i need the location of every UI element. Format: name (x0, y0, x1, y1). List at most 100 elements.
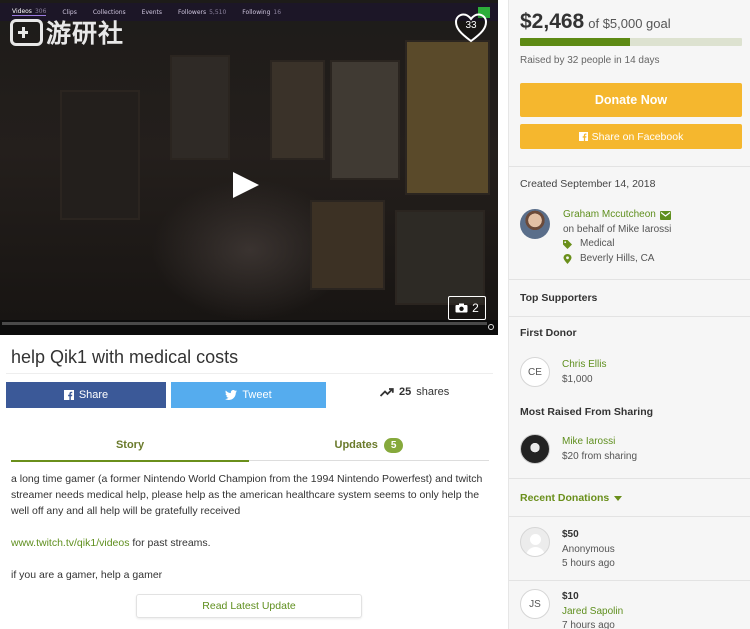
organizer-category: Medical (580, 238, 615, 249)
donation-amount: $50 (562, 529, 579, 540)
story-paragraph: a long time gamer (a former Nintendo Wor… (11, 473, 483, 517)
tab-updates[interactable]: Updates 5 (249, 429, 489, 461)
share-on-facebook-button[interactable]: Share on Facebook (520, 124, 742, 149)
donation-info: $10 Jared Sapolin 7 hours ago (562, 589, 623, 629)
organizer-on-behalf: on behalf of Mike Iarossi (563, 223, 672, 235)
tag-icon (563, 239, 572, 249)
envelope-icon[interactable] (659, 210, 671, 220)
donation-name: Anonymous (562, 543, 615, 555)
facebook-icon (63, 390, 74, 400)
donor-initials-avatar: JS (520, 589, 550, 619)
share-on-facebook-label: Share on Facebook (591, 130, 684, 143)
first-donor-heading: First Donor (520, 327, 577, 339)
organizer-location: Beverly Hills, CA (580, 252, 655, 264)
share-count-label: shares (416, 386, 450, 398)
chevron-down-icon (614, 495, 623, 501)
background-poster (330, 60, 400, 180)
sharer-amount: $20 from sharing (562, 450, 638, 462)
first-donor: CE Chris Ellis $1,000 (520, 357, 742, 387)
donate-now-button[interactable]: Donate Now (520, 83, 742, 117)
campaign-main: Videos 306 Clips Collections Events Follo… (0, 0, 498, 629)
video-progress-bar[interactable] (0, 320, 498, 335)
donor-info: Chris Ellis $1,000 (562, 357, 606, 387)
settings-icon[interactable] (488, 324, 494, 330)
organizer-name-row: Graham Mccutcheon (563, 208, 671, 223)
background-poster (60, 90, 140, 220)
recent-donations-toggle[interactable]: Recent Donations (520, 492, 623, 504)
recent-donations-label: Recent Donations (520, 492, 610, 504)
photo-gallery-button[interactable]: 2 (448, 296, 486, 320)
donation-sidebar: $2,468 of $5,000 goal Raised by 32 peopl… (508, 0, 750, 629)
divider (6, 373, 493, 374)
recent-donation: $50 Anonymous 5 hours ago (520, 527, 742, 572)
anonymous-user-icon (520, 527, 550, 557)
camera-icon (455, 303, 468, 313)
gamepad-logo-icon (10, 18, 43, 46)
donation-time: 5 hours ago (562, 558, 615, 569)
goal-text: of $5,000 goal (588, 16, 671, 31)
campaign-title: help Qik1 with medical costs (11, 347, 239, 367)
twitch-tab-following: Following 16 (242, 8, 282, 16)
most-raised-sharer: Mike Iarossi $20 from sharing (520, 434, 742, 464)
organizer-category-row: Medical (563, 237, 671, 252)
share-count-value: 25 (399, 386, 412, 398)
divider (509, 516, 750, 517)
tab-story-label: Story (115, 439, 145, 451)
share-count: 25 shares (380, 386, 449, 398)
video-progress-track[interactable] (2, 322, 487, 325)
divider (509, 279, 750, 280)
twitter-share-button[interactable]: Tweet (171, 382, 326, 408)
twitch-videos-link[interactable]: www.twitch.tv/qik1/videos (11, 537, 129, 549)
campaign-tabs: Story Updates 5 (11, 429, 489, 462)
donor-name[interactable]: Chris Ellis (562, 358, 606, 373)
story-paragraph: if you are a gamer, help a gamer (11, 569, 163, 581)
top-supporters-heading: Top Supporters (520, 292, 598, 304)
heart-button[interactable]: 33 (454, 12, 488, 44)
organizer-avatar[interactable] (520, 209, 550, 239)
raised-amount: $2,468 (520, 10, 585, 33)
twitch-tab-followers: Followers 5,510 (178, 8, 227, 16)
divider (509, 478, 750, 479)
read-latest-update-button[interactable]: Read Latest Update (136, 594, 362, 618)
story-link-suffix: for past streams. (129, 537, 211, 549)
divider (509, 316, 750, 317)
goal-progress-fill (520, 38, 630, 46)
play-icon[interactable] (233, 172, 259, 198)
raised-summary: $2,468 of $5,000 goal (520, 10, 671, 34)
watermark: 游研社 (10, 14, 124, 50)
story-paragraph: www.twitch.tv/qik1/videos for past strea… (11, 535, 497, 551)
facebook-share-button[interactable]: Share (6, 382, 166, 408)
sharer-avatar[interactable] (520, 434, 550, 464)
photo-count-value: 2 (472, 301, 479, 315)
organizer-info: Graham Mccutcheon on behalf of Mike Iaro… (563, 208, 671, 266)
map-pin-icon (563, 253, 572, 264)
sharer-name[interactable]: Mike Iarossi (562, 435, 637, 450)
background-poster (405, 40, 490, 195)
tab-story[interactable]: Story (11, 429, 249, 462)
facebook-icon (578, 132, 588, 141)
donation-time: 7 hours ago (562, 620, 615, 629)
background-poster (270, 60, 325, 160)
tab-updates-label: Updates (334, 439, 378, 451)
divider (509, 166, 750, 167)
twitter-share-label: Tweet (242, 389, 272, 401)
donor-initials-avatar: CE (520, 357, 550, 387)
video-player[interactable]: Videos 306 Clips Collections Events Follo… (0, 0, 498, 335)
facebook-share-label: Share (78, 389, 109, 401)
organizer-name[interactable]: Graham Mccutcheon (563, 208, 656, 223)
watermark-text: 游研社 (46, 19, 125, 48)
goal-progress-bar (520, 38, 742, 46)
created-date: Created September 14, 2018 (520, 178, 656, 190)
trending-up-icon (380, 387, 394, 397)
sharer-info: Mike Iarossi $20 from sharing (562, 434, 637, 464)
donation-amount: $10 (562, 591, 579, 602)
donor-amount: $1,000 (562, 373, 593, 385)
background-poster (170, 55, 230, 160)
updates-count-badge: 5 (383, 437, 404, 453)
organizer-location-row: Beverly Hills, CA (563, 252, 671, 267)
recent-donation: JS $10 Jared Sapolin 7 hours ago (520, 589, 742, 629)
twitch-tab-events: Events (141, 8, 162, 16)
background-poster (395, 210, 485, 305)
donation-name[interactable]: Jared Sapolin (562, 605, 623, 620)
raised-by-text: Raised by 32 people in 14 days (520, 55, 660, 66)
